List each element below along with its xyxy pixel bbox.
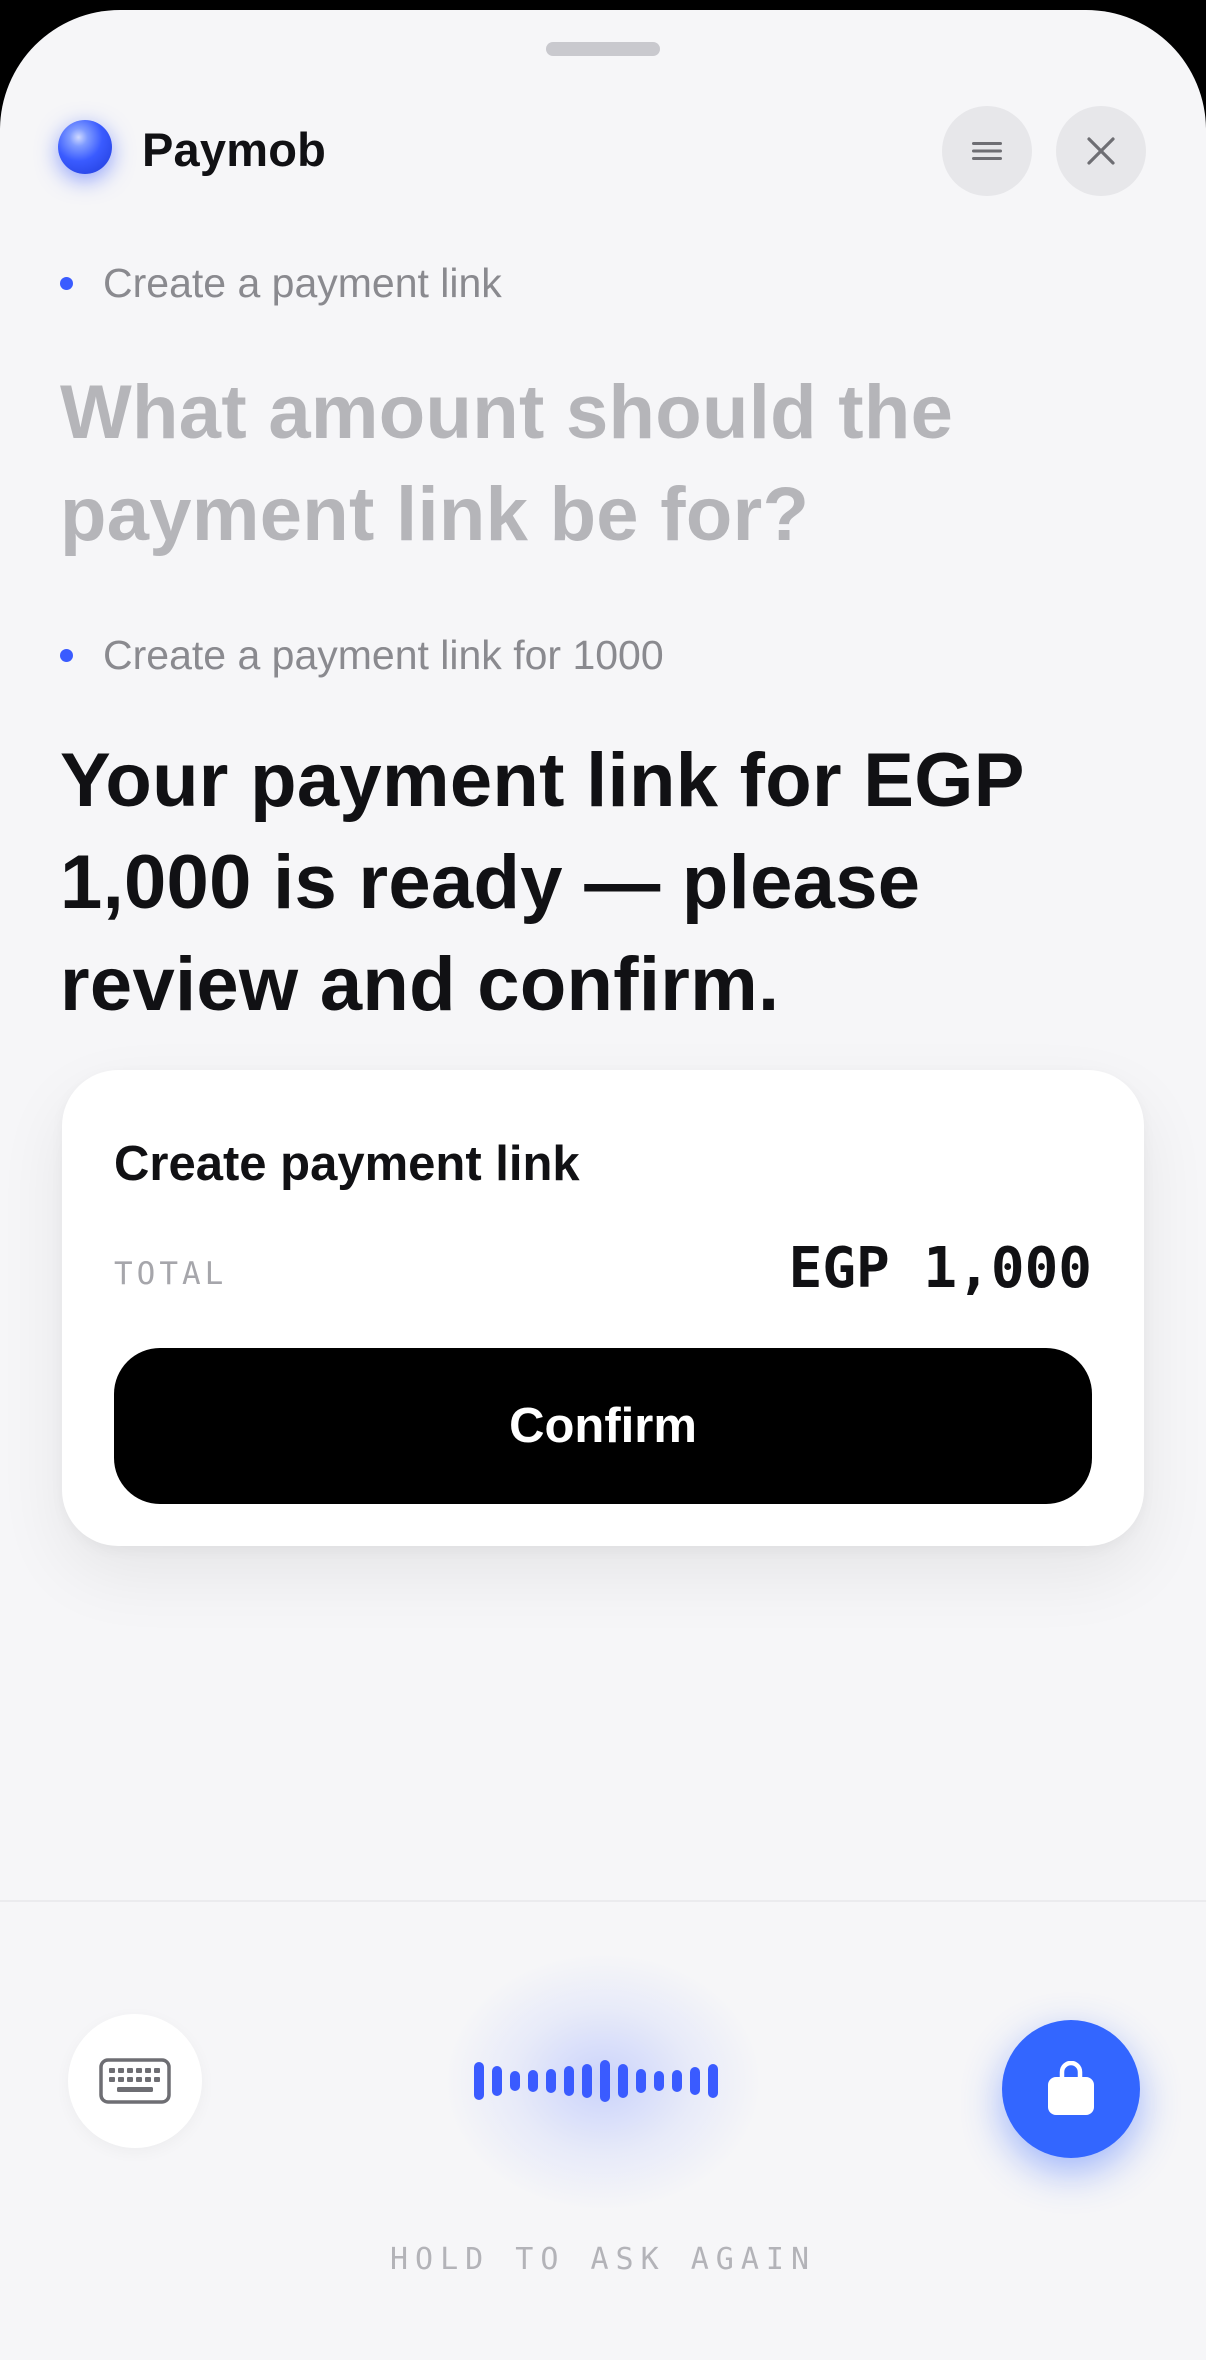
bullet-dot — [60, 648, 73, 662]
user-request-text: Create a payment link for 1000 — [103, 631, 664, 678]
confirm-button[interactable]: Confirm — [114, 1348, 1092, 1504]
user-request-1: Create a payment link — [60, 258, 502, 308]
user-request-2: Create a payment link for 1000 — [60, 630, 664, 680]
app-name: Paymob — [142, 123, 327, 176]
keyboard-button[interactable] — [68, 2014, 202, 2148]
payment-link-card: Create payment link TOTAL EGP 1,000 Conf… — [62, 1070, 1144, 1546]
user-request-text: Create a payment link — [103, 259, 502, 306]
shopping-bag-icon — [1048, 2061, 1094, 2115]
close-icon — [1087, 137, 1115, 165]
close-button[interactable] — [1056, 106, 1146, 196]
header: Paymob — [0, 96, 1206, 196]
paymob-logo-orb — [58, 120, 112, 174]
voice-controls: HOLD TO ASK AGAIN — [0, 1902, 1206, 2360]
keyboard-icon — [99, 2058, 171, 2104]
hold-hint: HOLD TO ASK AGAIN — [389, 2242, 817, 2277]
assistant-sheet: Paymob Create a payment link What amount… — [0, 10, 1206, 2360]
menu-button[interactable] — [942, 106, 1032, 196]
bullet-dot — [60, 276, 73, 290]
hamburger-icon — [972, 142, 1002, 160]
bag-action-button[interactable] — [1002, 2020, 1140, 2158]
assistant-question: What amount should the payment link be f… — [60, 370, 954, 557]
assistant-answer: Your payment link for EGP 1,000 is ready… — [60, 738, 1024, 1027]
voice-waveform[interactable] — [470, 2042, 736, 2122]
total-value: EGP 1,000 — [788, 1236, 1092, 1301]
total-label: TOTAL — [114, 1256, 228, 1292]
sheet-grabber[interactable] — [546, 42, 660, 56]
card-title: Create payment link — [114, 1137, 580, 1191]
